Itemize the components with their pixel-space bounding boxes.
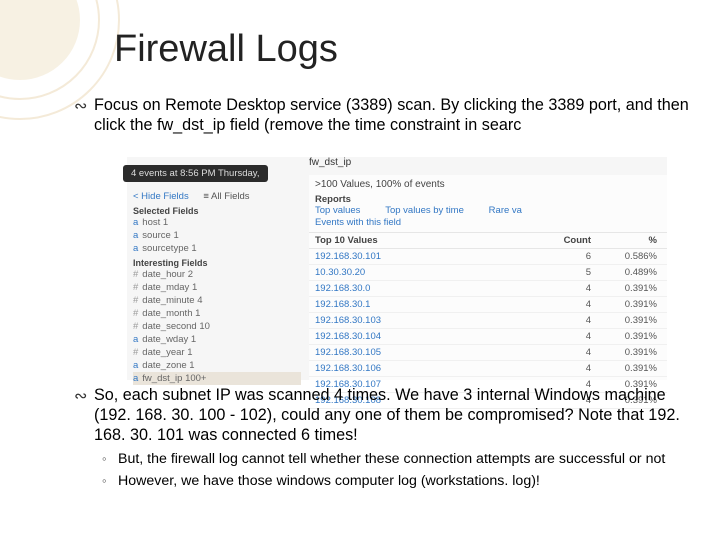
bullet-2-text: So, each subnet IP was scanned 4 times. … [94, 386, 692, 445]
bullet-1-text: Focus on Remote Desktop service (3389) s… [94, 96, 692, 136]
sidebar-field[interactable]: #date_year 1 [133, 346, 301, 359]
sub-bullet-2: ◦ However, we have those windows compute… [102, 473, 692, 491]
top-values-time-link[interactable]: Top values by time [385, 205, 464, 216]
rare-values-link[interactable]: Rare va [489, 205, 522, 216]
sidebar-field[interactable]: #date_second 10 [133, 320, 301, 333]
sidebar-field[interactable]: afw_dst_ip 100+ [133, 372, 301, 385]
table-row[interactable]: 192.168.30.140.391% [309, 297, 667, 313]
bullet-glyph-icon: ∾ [74, 96, 94, 136]
fields-sidebar: < Hide Fields ≡ All Fields Selected Fiel… [127, 187, 307, 380]
sidebar-field[interactable]: asource 1 [133, 229, 301, 242]
bullet-glyph-icon: ∾ [74, 386, 94, 445]
field-detail-pane: >100 Values, 100% of events Reports Top … [309, 175, 667, 380]
reports-header: Reports [315, 194, 661, 205]
selected-fields-label: Selected Fields [133, 206, 301, 216]
values-summary: >100 Values, 100% of events [309, 175, 667, 192]
table-row[interactable]: 192.168.30.10440.391% [309, 329, 667, 345]
event-count-bubble: 4 events at 8:56 PM Thursday, [123, 165, 268, 182]
sidebar-field[interactable]: ahost 1 [133, 216, 301, 229]
all-fields-link[interactable]: ≡ All Fields [203, 191, 249, 202]
top-values-link[interactable]: Top values [315, 205, 360, 216]
top-values-table: Top 10 Values Count % 192.168.30.10160.5… [309, 232, 667, 409]
table-row[interactable]: 192.168.30.10640.391% [309, 361, 667, 377]
table-row[interactable]: 192.168.30.040.391% [309, 281, 667, 297]
sidebar-field[interactable]: adate_wday 1 [133, 333, 301, 346]
sub-bullet-1: ◦ But, the firewall log cannot tell whet… [102, 451, 692, 469]
table-row[interactable]: 10.30.30.2050.489% [309, 265, 667, 281]
table-row[interactable]: 192.168.30.10540.391% [309, 345, 667, 361]
sub-bullet-2-text: However, we have those windows computer … [118, 473, 692, 491]
table-row[interactable]: 192.168.30.10160.586% [309, 249, 667, 265]
events-with-field-link[interactable]: Events with this field [315, 217, 401, 228]
sidebar-field[interactable]: #date_month 1 [133, 307, 301, 320]
bullet-1: ∾ Focus on Remote Desktop service (3389)… [74, 96, 692, 136]
slide-title: Firewall Logs [114, 28, 338, 71]
hide-fields-link[interactable]: < Hide Fields [133, 191, 189, 202]
sidebar-field[interactable]: adate_zone 1 [133, 359, 301, 372]
bullet-2: ∾ So, each subnet IP was scanned 4 times… [74, 386, 692, 445]
embedded-screenshot: fw_dst_ip 4 events at 8:56 PM Thursday, … [127, 157, 667, 380]
sidebar-field[interactable]: #date_mday 1 [133, 281, 301, 294]
reports-section: Reports Top values Top values by time Ra… [309, 192, 667, 232]
col-pct: % [597, 233, 667, 249]
col-count: Count [537, 233, 597, 249]
col-values: Top 10 Values [309, 233, 537, 249]
sidebar-field[interactable]: #date_minute 4 [133, 294, 301, 307]
sub-bullet-glyph-icon: ◦ [102, 473, 118, 491]
sidebar-field[interactable]: asourcetype 1 [133, 242, 301, 255]
sub-bullet-glyph-icon: ◦ [102, 451, 118, 469]
sidebar-field[interactable]: #date_hour 2 [133, 268, 301, 281]
sub-bullet-1-text: But, the firewall log cannot tell whethe… [118, 451, 692, 469]
field-header: fw_dst_ip [309, 157, 667, 173]
interesting-fields-label: Interesting Fields [133, 258, 301, 268]
table-row[interactable]: 192.168.30.10340.391% [309, 313, 667, 329]
